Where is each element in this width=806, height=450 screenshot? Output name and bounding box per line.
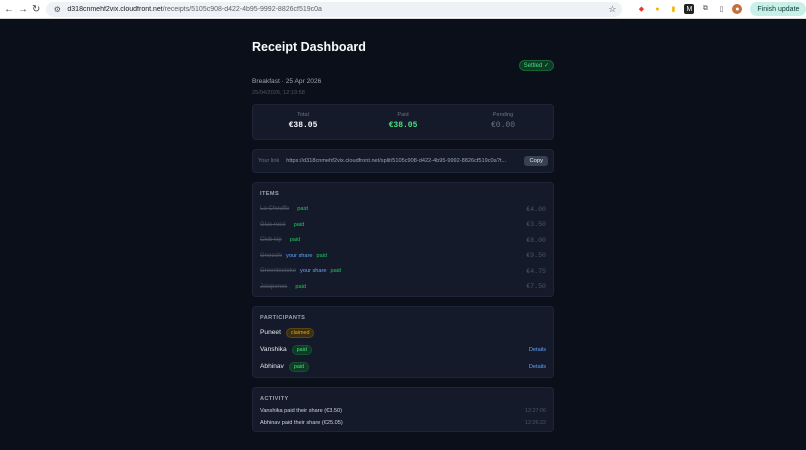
bookmark-star-icon[interactable]: ☆: [608, 4, 616, 15]
participant-details-link[interactable]: Details: [529, 364, 546, 370]
item-paid-tag: paid: [297, 206, 308, 212]
items-card: ITEMS La Chouffe paid €4.00 Glas rosé pa…: [252, 182, 554, 297]
participant-row: Vanshika paid Details: [260, 343, 546, 356]
item-name: Glas rosé: [260, 221, 286, 228]
url-text: d318cnmehf2vix.cloudfront.net/receipts/5…: [67, 6, 608, 13]
item-name: Gnocchi: [260, 252, 283, 259]
activity-text: Abhinav paid their share (€25.05): [260, 420, 343, 426]
pending-label: Pending: [492, 112, 514, 118]
activity-card: ACTIVITY Vanshika paid their share (€3.5…: [252, 387, 554, 432]
items-section-title: ITEMS: [260, 191, 280, 197]
browser-toolbar: ← → ↻ ⚙ d318cnmehf2vix.cloudfront.net/re…: [0, 0, 806, 19]
extension-m-icon[interactable]: M: [684, 4, 695, 14]
item-paid-tag: paid: [293, 221, 305, 228]
item-row[interactable]: Glas rosé paid €3.50: [260, 219, 546, 231]
address-bar[interactable]: ⚙ d318cnmehf2vix.cloudfront.net/receipts…: [46, 1, 623, 17]
activity-time: 12:26:22: [525, 420, 546, 426]
item-row[interactable]: Groentestoke your share paid €4.75: [260, 265, 546, 277]
totals-card: Total €38.05 Paid €38.05 Pending €0.00: [252, 104, 554, 140]
extensions-puzzle-icon[interactable]: ⧉: [700, 4, 710, 14]
item-price: €8.00: [526, 236, 546, 244]
item-name: Club kip: [260, 237, 282, 243]
share-link-label: Your link: [258, 158, 280, 164]
paid-summary: Paid €38.05: [353, 105, 453, 139]
profile-avatar[interactable]: ●: [732, 4, 743, 14]
receipt-timestamp: 25/04/2026, 12:19:58: [252, 90, 305, 96]
item-paid-tag: paid: [316, 252, 328, 259]
copy-link-button[interactable]: Copy: [524, 156, 548, 166]
activity-section-title: ACTIVITY: [260, 396, 289, 402]
item-paid-tag: paid: [330, 268, 342, 274]
item-price: €9.50: [526, 252, 546, 259]
activity-row: Abhinav paid their share (€25.05) 12:26:…: [260, 418, 546, 428]
item-name: La Chouffe: [260, 206, 290, 212]
item-row[interactable]: Jalapenos paid €7.50: [260, 281, 546, 293]
item-row[interactable]: Gnocchi your share paid €9.50: [260, 250, 546, 262]
share-link-url[interactable]: https://d318cnmehf2vix.cloudfront.net/sp…: [286, 158, 519, 164]
item-paid-tag: paid: [289, 237, 301, 243]
finish-update-button[interactable]: Finish update: [750, 2, 806, 16]
url-path: /receipts/5105c908-d422-4b95-9992-8826cf…: [162, 5, 322, 13]
page-title: Receipt Dashboard: [252, 40, 366, 54]
back-arrow-icon[interactable]: ←: [4, 2, 14, 16]
participant-name: Puneet: [260, 329, 281, 336]
item-name: Jalapenos: [260, 283, 288, 290]
reload-icon[interactable]: ↻: [32, 2, 40, 16]
item-price: €4.00: [526, 205, 546, 213]
share-link-card: Your link https://d318cnmehf2vix.cloudfr…: [252, 149, 554, 173]
activity-row: Vanshika paid their share (€3.50) 12:27:…: [260, 406, 546, 416]
item-row[interactable]: Club kip paid €8.00: [260, 234, 546, 246]
activity-time: 12:27:06: [525, 408, 546, 414]
extension-bookmark-icon[interactable]: ▮: [668, 4, 678, 14]
participant-row: Abhinav paid Details: [260, 360, 546, 373]
total-label: Total: [297, 112, 309, 118]
extension-yellow-icon[interactable]: ●: [652, 4, 662, 14]
item-name: Groentestoke: [260, 268, 297, 274]
participant-name: Abhinav: [260, 363, 284, 370]
participant-name: Vanshika: [260, 346, 287, 353]
extension-red-icon[interactable]: ◆: [636, 4, 646, 14]
page: Receipt Dashboard Settled ✓ Breakfast · …: [0, 19, 806, 450]
participant-row: Puneet claimed: [260, 326, 546, 339]
status-badge: Settled ✓: [518, 60, 554, 71]
item-paid-tag: paid: [295, 283, 306, 290]
pending-summary: Pending €0.00: [453, 105, 553, 139]
participant-details-link[interactable]: Details: [529, 347, 546, 353]
paid-label: Paid: [397, 112, 409, 118]
forward-arrow-icon[interactable]: →: [18, 2, 28, 16]
your-share-tag: your share: [286, 252, 313, 259]
activity-text: Vanshika paid their share (€3.50): [260, 408, 342, 414]
item-price: €7.50: [526, 283, 546, 290]
side-panel-icon[interactable]: ▯: [716, 4, 726, 14]
your-share-tag: your share: [300, 268, 327, 274]
participants-section-title: PARTICIPANTS: [260, 315, 306, 321]
pending-value: €0.00: [490, 121, 515, 130]
participant-status-badge: paid: [291, 344, 312, 355]
total-summary: Total €38.05: [253, 105, 353, 139]
paid-value: €38.05: [388, 121, 418, 130]
total-value: €38.05: [288, 121, 318, 130]
participant-status-badge: claimed: [285, 327, 315, 338]
url-host: d318cnmehf2vix.cloudfront.net: [67, 5, 163, 13]
extensions-bar: ◆ ● ▮ M ⧉ ▯ ●: [636, 4, 743, 14]
item-price: €4.75: [526, 267, 546, 275]
site-info-icon[interactable]: ⚙: [52, 4, 62, 14]
participant-status-badge: paid: [288, 361, 310, 372]
item-price: €3.50: [526, 221, 546, 228]
participants-card: PARTICIPANTS Puneet claimed Vanshika pai…: [252, 306, 554, 378]
receipt-subtitle: Breakfast · 25 Apr 2026: [252, 78, 322, 85]
item-row[interactable]: La Chouffe paid €4.00: [260, 203, 546, 215]
